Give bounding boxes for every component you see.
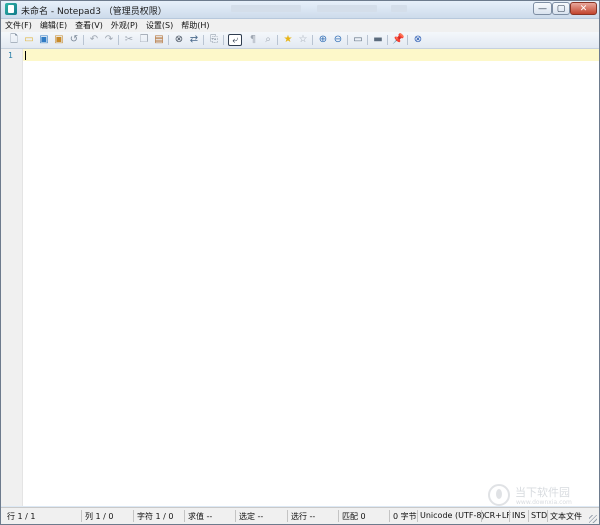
menu-view[interactable]: 查看(V) — [71, 20, 107, 31]
line-endings-icon[interactable]: ⌕ — [262, 34, 274, 46]
line-number-gutter: 1 — [1, 49, 23, 506]
line-number: 1 — [8, 51, 13, 60]
open-folder-icon[interactable]: ▭ — [23, 34, 35, 46]
save-as-icon[interactable]: ▣ — [53, 34, 65, 46]
status-matches[interactable]: 匹配 0 — [342, 511, 366, 522]
status-bar: 行 1 / 1 列 1 / 0 字符 1 / 0 求值 -- 选定 -- 选行 … — [1, 507, 599, 524]
status-ins[interactable]: INS — [512, 511, 525, 520]
word-wrap-icon[interactable]: ⤶ — [228, 34, 242, 46]
cut-icon[interactable]: ✂ — [123, 34, 135, 46]
pin-icon[interactable]: 📌 — [392, 34, 404, 46]
status-separator — [509, 510, 510, 522]
status-sel-lines[interactable]: 选行 -- — [291, 511, 315, 522]
current-line-highlight — [23, 49, 599, 61]
whitespace-icon[interactable]: ¶ — [247, 34, 259, 46]
exit-icon[interactable]: ⊗ — [412, 34, 424, 46]
settings-icon[interactable]: ▬ — [372, 34, 384, 46]
redo-icon[interactable]: ↷ — [103, 34, 115, 46]
resize-grip[interactable] — [589, 515, 597, 523]
toolbar-separator — [118, 35, 119, 45]
revert-icon[interactable]: ↺ — [68, 34, 80, 46]
title-bar[interactable]: 未命名 - Notepad3 （管理员权限） — ▢ ✕ — [1, 1, 599, 19]
menu-file[interactable]: 文件(F) — [1, 20, 36, 31]
toolbar-separator — [407, 35, 408, 45]
status-separator — [481, 510, 482, 522]
status-separator — [528, 510, 529, 522]
menu-help[interactable]: 帮助(H) — [177, 20, 213, 31]
title-blur-block — [317, 5, 377, 12]
status-separator — [547, 510, 548, 522]
new-file-icon[interactable]: 🗋 — [8, 34, 20, 46]
menu-edit[interactable]: 编辑(E) — [36, 20, 71, 31]
toolbar-separator — [387, 35, 388, 45]
status-separator — [235, 510, 236, 522]
menu-appearance[interactable]: 外观(P) — [107, 20, 142, 31]
undo-icon[interactable]: ↶ — [88, 34, 100, 46]
menu-bar: 文件(F) 编辑(E) 查看(V) 外观(P) 设置(S) 帮助(H) — [1, 19, 599, 32]
status-separator — [287, 510, 288, 522]
toolbar-separator — [277, 35, 278, 45]
status-chars[interactable]: 字符 1 / 0 — [137, 511, 174, 522]
status-encoding[interactable]: Unicode (UTF-8) — [420, 511, 485, 520]
status-sum[interactable]: 求值 -- — [188, 511, 212, 522]
status-column[interactable]: 列 1 / 0 — [85, 511, 114, 522]
toolbar-separator — [203, 35, 204, 45]
status-bytes[interactable]: 0 字节 — [393, 511, 417, 522]
save-icon[interactable]: ▣ — [38, 34, 50, 46]
status-separator — [338, 510, 339, 522]
goto-icon[interactable]: ⎘ — [208, 34, 220, 46]
title-blur-block — [391, 5, 407, 12]
status-file-type[interactable]: 文本文件 — [550, 511, 582, 522]
watermark-url: www.downxia.com — [516, 499, 572, 506]
toolbar-separator — [168, 35, 169, 45]
downxia-logo-icon — [488, 484, 510, 506]
find-icon[interactable]: ⊗ — [173, 34, 185, 46]
toolbar-separator — [312, 35, 313, 45]
zoom-in-icon[interactable]: ⊕ — [317, 34, 329, 46]
copy-icon[interactable]: ❐ — [138, 34, 150, 46]
status-line[interactable]: 行 1 / 1 — [7, 511, 36, 522]
status-selection[interactable]: 选定 -- — [239, 511, 263, 522]
toolbar-separator — [367, 35, 368, 45]
menu-settings[interactable]: 设置(S) — [142, 20, 177, 31]
replace-icon[interactable]: ⇄ — [188, 34, 200, 46]
close-button[interactable]: ✕ — [570, 2, 597, 15]
status-eol[interactable]: CR+LF — [484, 511, 511, 520]
toolbar: 🗋 ▭ ▣ ▣ ↺ ↶ ↷ ✂ ❐ ▤ ⊗ ⇄ ⎘ ⤶ ¶ ⌕ ★ ☆ ⊕ ⊖ … — [1, 32, 599, 49]
text-caret — [25, 51, 26, 60]
downxia-watermark: 当下软件园 www.downxia.com — [488, 484, 588, 506]
toolbar-separator — [347, 35, 348, 45]
status-separator — [81, 510, 82, 522]
status-separator — [417, 510, 418, 522]
status-std[interactable]: STD — [531, 511, 547, 520]
title-blur-block — [231, 5, 301, 12]
scheme-icon[interactable]: ▭ — [352, 34, 364, 46]
notepad3-window: 未命名 - Notepad3 （管理员权限） — ▢ ✕ 文件(F) 编辑(E)… — [0, 0, 600, 525]
maximize-button[interactable]: ▢ — [552, 2, 570, 15]
watermark-name: 当下软件园 — [515, 486, 570, 499]
editor-area[interactable]: 1 — [1, 49, 599, 506]
paste-icon[interactable]: ▤ — [153, 34, 165, 46]
window-title: 未命名 - Notepad3 （管理员权限） — [21, 7, 167, 17]
status-separator — [389, 510, 390, 522]
notepad3-app-icon[interactable] — [5, 3, 17, 15]
minimize-button[interactable]: — — [533, 2, 552, 15]
toolbar-separator — [223, 35, 224, 45]
toolbar-separator — [83, 35, 84, 45]
zoom-out-icon[interactable]: ⊖ — [332, 34, 344, 46]
status-separator — [133, 510, 134, 522]
status-separator — [184, 510, 185, 522]
favorite-star-icon[interactable]: ★ — [282, 34, 294, 46]
add-favorite-icon[interactable]: ☆ — [297, 34, 309, 46]
